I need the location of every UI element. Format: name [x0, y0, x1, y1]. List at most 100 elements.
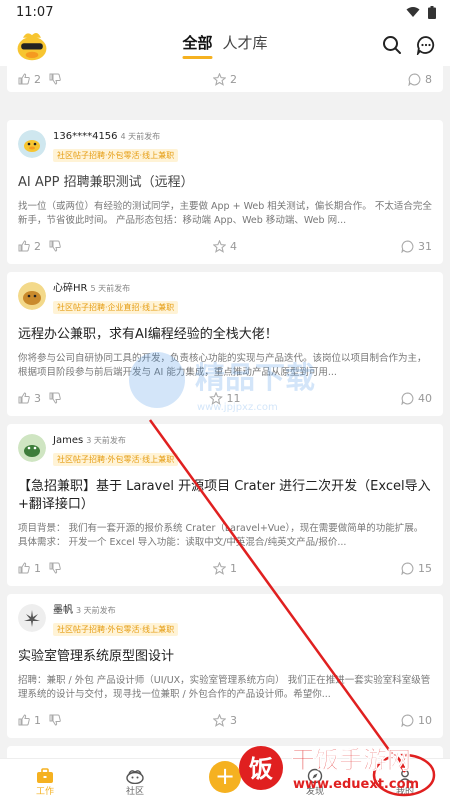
- wifi-icon: [406, 7, 420, 17]
- dislike-icon[interactable]: [49, 392, 61, 404]
- avatar[interactable]: [18, 604, 46, 632]
- dislike-icon[interactable]: [49, 240, 61, 252]
- author-name[interactable]: James: [53, 435, 83, 446]
- profile-icon: [398, 769, 412, 784]
- like-button[interactable]: 1: [18, 714, 61, 727]
- search-icon[interactable]: [382, 35, 402, 55]
- favorite-count: 11: [226, 391, 241, 405]
- dislike-icon[interactable]: [49, 714, 61, 726]
- comment-icon: [401, 392, 414, 405]
- like-button[interactable]: 2: [18, 240, 61, 253]
- status-icons: [406, 5, 436, 19]
- app-header: 全部 人才库: [0, 24, 450, 66]
- tab-talent-pool[interactable]: 人才库: [223, 32, 268, 59]
- like-count: 2: [34, 239, 41, 253]
- favorite-count: 2: [230, 72, 237, 86]
- avatar[interactable]: [18, 282, 46, 310]
- top-tabs: 全部 人才库: [182, 32, 268, 59]
- post-excerpt: 你将参与公司自研协同工具的开发，负责核心功能的实现与产品迭代。该岗位以项目制合作…: [18, 353, 427, 378]
- discover-icon: [307, 768, 323, 784]
- favorite-button[interactable]: 2: [213, 72, 237, 86]
- favorite-button[interactable]: 4: [213, 239, 237, 253]
- comment-icon: [401, 714, 414, 727]
- status-time: 11:07: [16, 4, 54, 20]
- comment-count: 15: [418, 561, 432, 575]
- dislike-icon[interactable]: [49, 562, 61, 574]
- comment-count: 10: [418, 713, 432, 727]
- star-icon: [213, 561, 226, 575]
- nav-add[interactable]: +: [180, 759, 270, 800]
- like-button[interactable]: 2: [18, 73, 61, 86]
- comment-count: 31: [418, 239, 432, 253]
- nav-work[interactable]: 工作: [0, 759, 90, 800]
- bottom-nav: 工作 社区 + 发现 我的: [0, 758, 450, 800]
- comment-count: 40: [418, 391, 432, 405]
- comment-icon: [401, 240, 414, 253]
- dislike-icon[interactable]: [49, 73, 61, 85]
- post-excerpt: 招聘：兼职 / 外包 产品设计师（UI/UX，实验室管理系统方向） 我们正在推进…: [18, 675, 431, 700]
- star-icon: [209, 391, 223, 405]
- post-tag: 社区帖子招聘·外包零活·线上兼职: [53, 623, 179, 636]
- avatar[interactable]: [18, 130, 46, 158]
- comment-button[interactable]: 15: [401, 562, 432, 575]
- thumbs-up-icon: [18, 714, 30, 726]
- comment-count: 8: [425, 72, 432, 86]
- community-icon: [126, 770, 144, 784]
- comment-button[interactable]: 31: [401, 240, 432, 253]
- post-card[interactable]: James 3 天前发布 社区帖子招聘·外包零活·线上兼职 【急招兼职】基于 La…: [7, 424, 443, 586]
- comment-button[interactable]: 8: [408, 73, 432, 86]
- like-button[interactable]: 3: [18, 392, 61, 405]
- nav-discover[interactable]: 发现: [270, 759, 360, 800]
- favorite-count: 4: [230, 239, 237, 253]
- nav-work-label: 工作: [35, 787, 54, 797]
- comment-icon: [408, 73, 421, 86]
- author-name[interactable]: 136****4156: [53, 131, 118, 142]
- nav-community[interactable]: 社区: [90, 759, 180, 800]
- avatar[interactable]: [18, 434, 46, 462]
- post-card[interactable]: 2 2 8: [7, 66, 443, 92]
- favorite-count: 3: [230, 713, 237, 727]
- author-name[interactable]: 心碎HR: [53, 283, 87, 294]
- post-card[interactable]: [7, 746, 443, 758]
- post-feed[interactable]: 2 2 8 136****4156 4 天前发布 社区帖子招聘·外包零活·线上兼职: [0, 66, 450, 758]
- star-icon: [213, 713, 226, 727]
- post-excerpt: 项目背景： 我们有一套开源的报价系统 Crater（Laravel+Vue），现…: [18, 523, 424, 548]
- message-icon[interactable]: [416, 35, 436, 55]
- star-icon: [213, 72, 226, 86]
- post-tag: 社区帖子招聘·企业直招·线上兼职: [53, 301, 179, 314]
- like-count: 3: [34, 391, 41, 405]
- post-title[interactable]: 远程办公兼职，求有AI编程经验的全栈大佬！: [18, 326, 432, 344]
- thumbs-up-icon: [18, 73, 30, 85]
- favorite-count: 1: [230, 561, 237, 575]
- post-title[interactable]: AI APP 招聘兼职测试（远程）: [18, 174, 432, 192]
- like-button[interactable]: 1: [18, 562, 61, 575]
- post-title[interactable]: 实验室管理系统原型图设计: [18, 648, 432, 666]
- favorite-button[interactable]: 3: [213, 713, 237, 727]
- tab-all[interactable]: 全部: [182, 32, 213, 59]
- post-time: 4 天前发布: [120, 132, 161, 141]
- post-title[interactable]: 【急招兼职】基于 Laravel 开源项目 Crater 进行二次开发（Exce…: [18, 478, 432, 514]
- favorite-button[interactable]: 1: [213, 561, 237, 575]
- thumbs-up-icon: [18, 562, 30, 574]
- add-icon: +: [209, 761, 241, 793]
- app-logo-icon: [17, 32, 47, 61]
- status-bar: 11:07: [0, 0, 450, 24]
- nav-profile-label: 我的: [395, 787, 414, 797]
- post-excerpt: 找一位（或两位）有经验的测试同学，主要做 App + Web 相关测试，偏长期合…: [18, 201, 432, 226]
- comment-button[interactable]: 10: [401, 714, 432, 727]
- post-card[interactable]: 墨帆 3 天前发布 社区帖子招聘·外包零活·线上兼职 实验室管理系统原型图设计 招…: [7, 594, 443, 738]
- post-tag: 社区帖子招聘·外包零活·线上兼职: [53, 149, 179, 162]
- favorite-button[interactable]: 11: [209, 391, 241, 405]
- author-name[interactable]: 墨帆: [53, 605, 73, 616]
- nav-profile[interactable]: 我的: [360, 759, 450, 800]
- post-card[interactable]: 心碎HR 5 天前发布 社区帖子招聘·企业直招·线上兼职 远程办公兼职，求有AI编…: [7, 272, 443, 416]
- post-time: 3 天前发布: [76, 606, 116, 615]
- star-icon: [213, 239, 226, 253]
- post-card[interactable]: 136****4156 4 天前发布 社区帖子招聘·外包零活·线上兼职 AI AP…: [7, 120, 443, 264]
- post-time: 3 天前发布: [86, 436, 126, 445]
- comment-button[interactable]: 40: [401, 392, 432, 405]
- nav-discover-label: 发现: [305, 787, 324, 797]
- post-tag: 社区帖子招聘·外包零活·线上兼职: [53, 453, 179, 466]
- comment-icon: [401, 562, 414, 575]
- post-time: 5 天前发布: [90, 284, 131, 293]
